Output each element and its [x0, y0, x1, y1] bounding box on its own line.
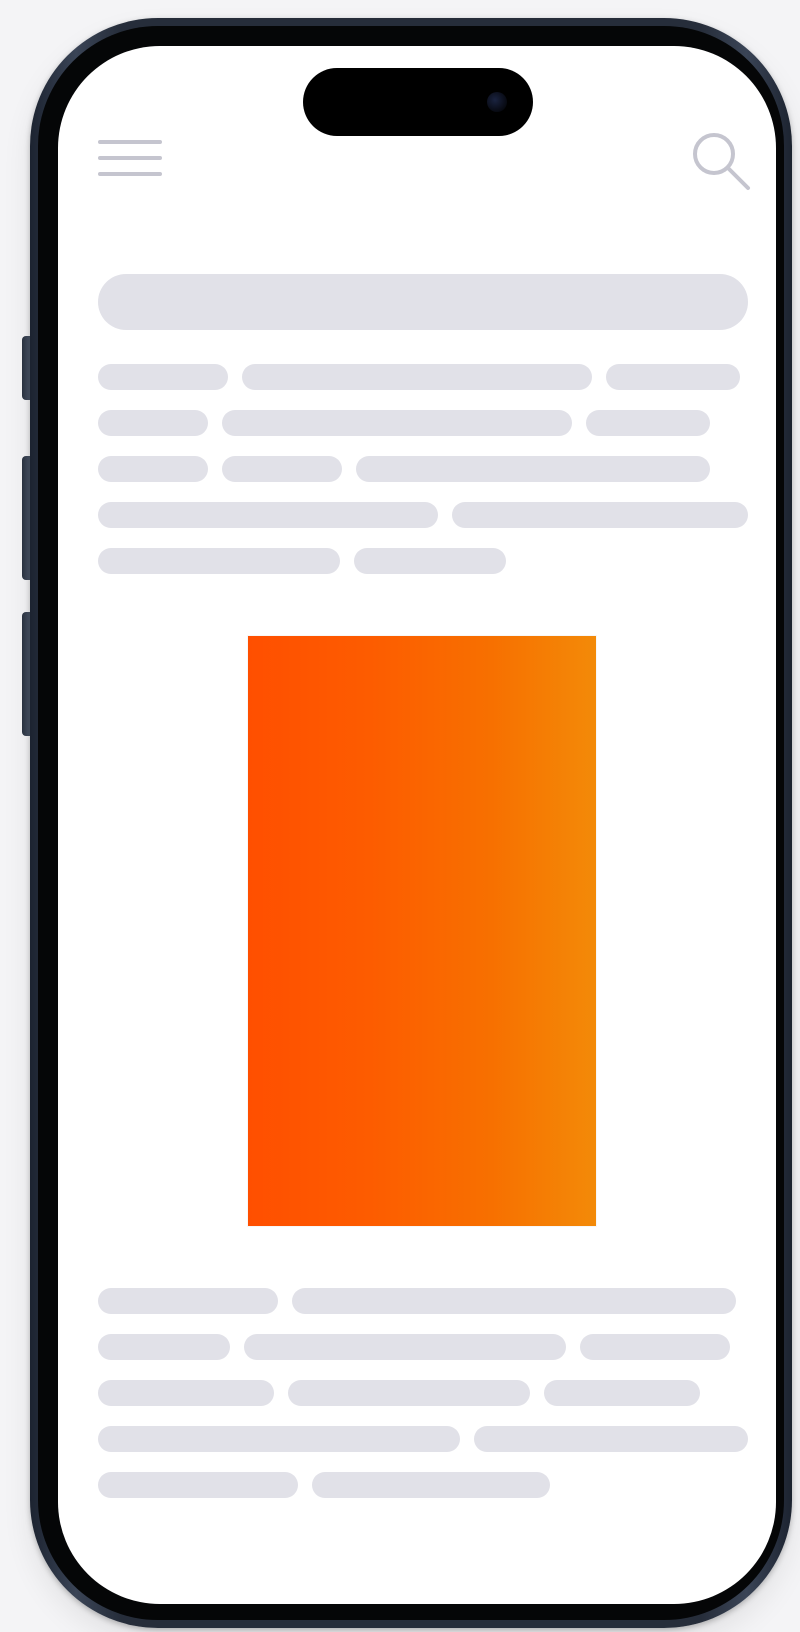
search-icon [693, 133, 750, 190]
skeleton-line [98, 1334, 230, 1360]
menu-button[interactable] [98, 138, 162, 184]
media-placeholder [248, 636, 596, 1226]
skeleton-line [98, 1288, 278, 1314]
skeleton-line [98, 548, 340, 574]
skeleton-line [222, 456, 342, 482]
volume-up-button [22, 456, 30, 580]
skeleton-line [452, 502, 748, 528]
search-button[interactable] [690, 130, 752, 192]
front-camera [487, 92, 507, 112]
skeleton-line [544, 1380, 700, 1406]
skeleton-line [288, 1380, 530, 1406]
skeleton-line [98, 364, 228, 390]
skeleton-line [98, 410, 208, 436]
skeleton-line [474, 1426, 748, 1452]
skeleton-line [98, 1426, 460, 1452]
skeleton-line [244, 1334, 566, 1360]
skeleton-line [98, 1472, 298, 1498]
skeleton-line [98, 502, 438, 528]
skeleton-line [580, 1334, 730, 1360]
skeleton-line [354, 548, 506, 574]
volume-down-button [22, 612, 30, 736]
skeleton-line [98, 456, 208, 482]
action-button [22, 336, 30, 400]
skeleton-line [312, 1472, 550, 1498]
skeleton-line [222, 410, 572, 436]
dynamic-island [303, 68, 533, 136]
skeleton-line [356, 456, 710, 482]
skeleton-line [292, 1288, 736, 1314]
phone-mockup [0, 0, 800, 1632]
skeleton-line [606, 364, 740, 390]
title-placeholder [98, 274, 748, 330]
skeleton-line [242, 364, 592, 390]
skeleton-line [98, 1380, 274, 1406]
skeleton-line [586, 410, 710, 436]
